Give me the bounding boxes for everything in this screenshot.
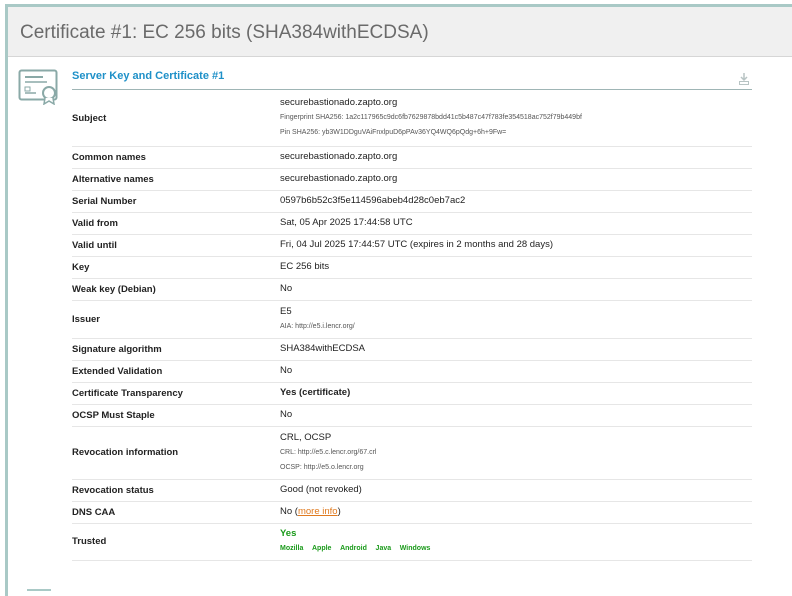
table-row: Revocation status Good (not revoked) — [72, 479, 752, 502]
pin-sha256: Pin SHA256: yb3W1DDguVAiFnxlpuD6pPAv36YQ… — [280, 129, 507, 137]
dns-caa-suffix: ) — [337, 506, 341, 517]
table-row: Key EC 256 bits — [72, 256, 752, 279]
certificate-table: Subject securebastionado.zapto.org Finge… — [72, 91, 752, 561]
table-row: Common names securebastionado.zapto.org — [72, 146, 752, 169]
row-label: Alternative names — [72, 168, 280, 191]
revocation-status-value: Good (not revoked) — [280, 479, 752, 502]
issuer-value: E5 — [280, 305, 292, 317]
next-section-icon-stub — [27, 589, 51, 596]
row-label: Valid from — [72, 212, 280, 235]
signature-algorithm-value: SHA384withECDSA — [280, 338, 752, 361]
fingerprint-sha256: Fingerprint SHA256: 1a2c117965c9dc6fb762… — [280, 114, 582, 122]
table-row: Valid until Fri, 04 Jul 2025 17:44:57 UT… — [72, 234, 752, 257]
key-value: EC 256 bits — [280, 256, 752, 279]
table-row: Serial Number 0597b6b52c3f5e114596abeb4d… — [72, 190, 752, 213]
revocation-info-value: CRL, OCSP — [280, 431, 332, 443]
row-label: OCSP Must Staple — [72, 404, 280, 427]
row-label: Key — [72, 256, 280, 279]
row-label: Weak key (Debian) — [72, 278, 280, 301]
row-label: Valid until — [72, 234, 280, 257]
subject-value: securebastionado.zapto.org — [280, 97, 398, 109]
row-label: Revocation status — [72, 479, 280, 502]
trust-store-apple: Apple — [311, 545, 332, 552]
table-row: Alternative names securebastionado.zapto… — [72, 168, 752, 191]
table-row: Issuer E5 AIA: http://e5.i.lencr.org/ — [72, 300, 752, 339]
trusted-value: Yes — [280, 528, 297, 539]
trust-stores: Mozilla Apple Android Java Windows — [280, 541, 752, 556]
row-label: Signature algorithm — [72, 338, 280, 361]
more-info-link[interactable]: more info — [298, 506, 338, 517]
row-label: Trusted — [72, 523, 280, 561]
table-row: Trusted Yes Mozilla Apple Android Java W… — [72, 523, 752, 561]
alternative-names-value: securebastionado.zapto.org — [280, 168, 752, 191]
row-label: Certificate Transparency — [72, 382, 280, 405]
row-label: Extended Validation — [72, 360, 280, 383]
ocsp-url: OCSP: http://e5.o.lencr.org — [280, 463, 364, 471]
row-label: Issuer — [72, 300, 280, 339]
trust-store-android: Android — [340, 545, 367, 552]
trust-store-mozilla: Mozilla — [280, 545, 304, 552]
common-names-value: securebastionado.zapto.org — [280, 146, 752, 169]
table-row: Extended Validation No — [72, 360, 752, 383]
table-row: Valid from Sat, 05 Apr 2025 17:44:58 UTC — [72, 212, 752, 235]
issuer-aia: AIA: http://e5.i.lencr.org/ — [280, 322, 355, 330]
title-bar: Certificate #1: EC 256 bits (SHA384withE… — [8, 7, 792, 57]
crl-url: CRL: http://e5.c.lencr.org/67.crl — [280, 448, 377, 456]
valid-from-value: Sat, 05 Apr 2025 17:44:58 UTC — [280, 212, 752, 235]
dns-caa-status: No ( — [280, 506, 298, 517]
row-label: DNS CAA — [72, 501, 280, 524]
table-row: DNS CAA No (more info) — [72, 501, 752, 524]
page-title: Certificate #1: EC 256 bits (SHA384withE… — [20, 22, 429, 43]
row-label: Revocation information — [72, 426, 280, 480]
valid-until-value: Fri, 04 Jul 2025 17:44:57 UTC (expires i… — [280, 234, 752, 257]
table-row: Revocation information CRL, OCSP CRL: ht… — [72, 426, 752, 480]
trust-store-java: Java — [375, 545, 392, 552]
certificate-transparency-value: Yes (certificate) — [280, 382, 752, 405]
certificate-icon — [18, 69, 58, 105]
table-row: Subject securebastionado.zapto.org Finge… — [72, 91, 752, 147]
ocsp-must-staple-value: No — [280, 404, 752, 427]
serial-number-value: 0597b6b52c3f5e114596abeb4d28c0eb7ac2 — [280, 190, 752, 213]
section-divider — [72, 89, 752, 90]
dns-caa-value: No (more info) — [280, 501, 752, 524]
row-label: Serial Number — [72, 190, 280, 213]
extended-validation-value: No — [280, 360, 752, 383]
section-title: Server Key and Certificate #1 — [72, 70, 225, 82]
trust-store-windows: Windows — [399, 545, 431, 552]
download-icon[interactable] — [739, 73, 749, 85]
weak-key-value: No — [280, 278, 752, 301]
row-label: Common names — [72, 146, 280, 169]
table-row: Signature algorithm SHA384withECDSA — [72, 338, 752, 361]
table-row: Certificate Transparency Yes (certificat… — [72, 382, 752, 405]
row-label: Subject — [72, 91, 280, 147]
table-row: OCSP Must Staple No — [72, 404, 752, 427]
table-row: Weak key (Debian) No — [72, 278, 752, 301]
